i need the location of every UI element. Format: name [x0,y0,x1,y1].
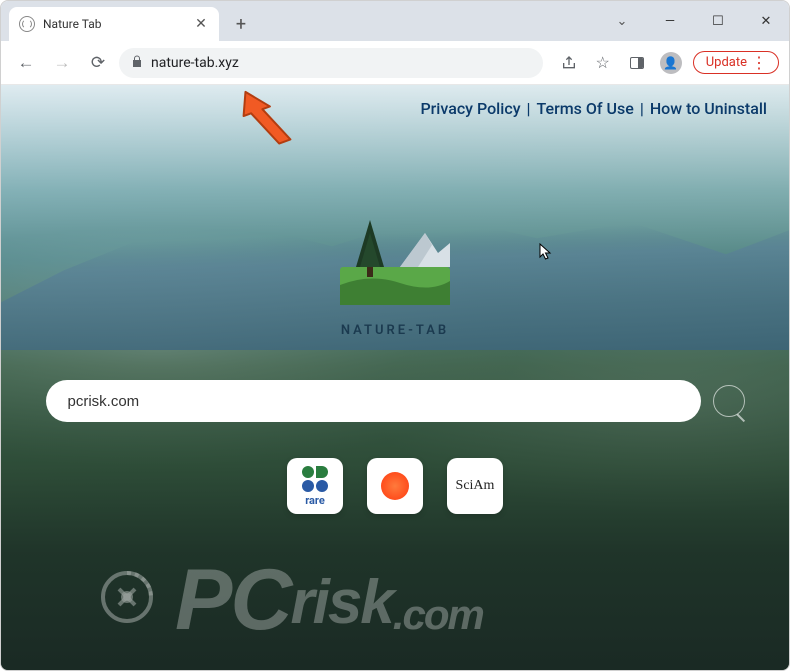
search-button-icon[interactable] [713,385,745,417]
tab-title: Nature Tab [43,17,185,31]
center-content: NATURE-TAB rar [1,205,789,514]
tabs-dropdown-icon[interactable]: ⌄ [605,6,639,36]
nature-tab-logo-icon [330,205,460,315]
window-controls: ⌄ — ☐ ✕ [605,1,783,41]
shortcut-sciam[interactable]: SciAm [447,458,503,514]
close-window-button[interactable]: ✕ [749,6,783,36]
logo: NATURE-TAB [330,205,460,338]
page-content: Privacy Policy | Terms Of Use | How to U… [1,85,789,670]
address-bar: ← → ⟳ nature-tab.xyz ☆ 👤 Update ⋮ [1,41,789,85]
back-button[interactable]: ← [11,48,41,78]
reload-button[interactable]: ⟳ [83,48,113,78]
omnibox[interactable]: nature-tab.xyz [119,48,543,78]
top-links: Privacy Policy | Terms Of Use | How to U… [420,99,767,118]
update-button[interactable]: Update ⋮ [693,51,779,74]
new-tab-button[interactable]: + [227,10,255,38]
shortcut-sun[interactable] [367,458,423,514]
lock-icon [131,55,143,71]
shortcuts: rare SciAm [287,458,503,514]
shortcut-rare-label: rare [305,494,325,507]
sun-icon [377,468,413,504]
update-label: Update [706,55,747,70]
maximize-button[interactable]: ☐ [701,6,735,36]
logo-text: NATURE-TAB [341,323,449,338]
search-box[interactable] [46,380,701,422]
side-panel-icon[interactable] [625,51,649,75]
rare-icon [302,466,328,492]
search-row [46,380,745,422]
privacy-policy-link[interactable]: Privacy Policy [420,99,520,118]
toolbar-right: ☆ 👤 Update ⋮ [557,51,779,75]
minimize-button[interactable]: — [653,6,687,36]
share-icon[interactable] [557,51,581,75]
shortcut-sciam-label: SciAm [456,478,495,494]
tab-close-icon[interactable]: ✕ [193,16,209,32]
browser-window: Nature Tab ✕ + ⌄ — ☐ ✕ ← → ⟳ nature-tab.… [0,0,790,671]
how-to-uninstall-link[interactable]: How to Uninstall [650,99,767,118]
browser-tab[interactable]: Nature Tab ✕ [9,7,219,41]
forward-button[interactable]: → [47,48,77,78]
search-input[interactable] [68,393,679,410]
terms-of-use-link[interactable]: Terms Of Use [537,99,634,118]
separator: | [527,99,531,118]
title-bar: Nature Tab ✕ + ⌄ — ☐ ✕ [1,1,789,41]
url-text: nature-tab.xyz [151,55,239,71]
globe-icon [19,16,35,32]
separator: | [640,99,644,118]
shortcut-rare[interactable]: rare [287,458,343,514]
bookmark-star-icon[interactable]: ☆ [591,51,615,75]
profile-avatar-icon[interactable]: 👤 [659,51,683,75]
